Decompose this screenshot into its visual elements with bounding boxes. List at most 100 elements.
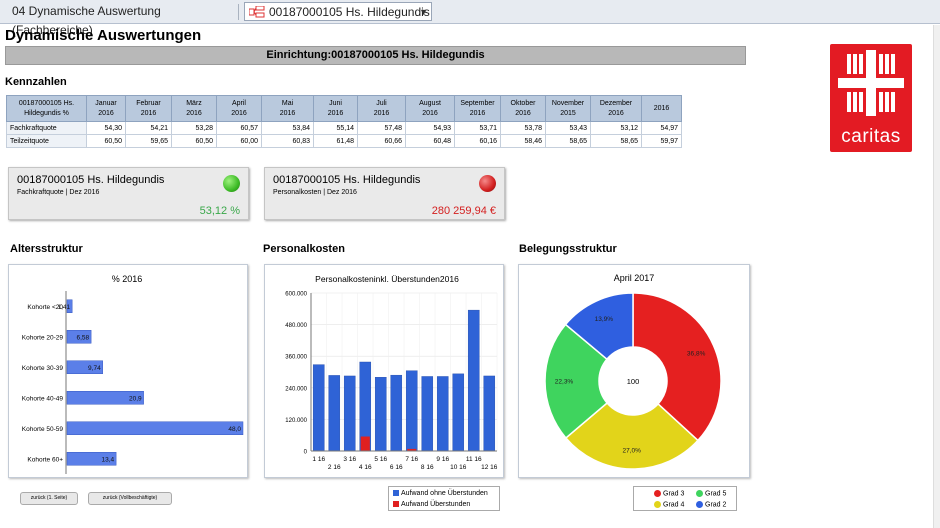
- sheet-selector-label: 00187000105 Hs. Hildegundis: [269, 5, 430, 19]
- data-label: 48,0: [228, 426, 241, 433]
- table-column-header: November 2015: [545, 95, 591, 122]
- sheet-selector-dropdown[interactable]: 00187000105 Hs. Hildegundis ▼: [244, 2, 432, 21]
- legend-dot: [654, 490, 661, 497]
- table-cell: 60,50: [171, 134, 217, 148]
- kennzahlen-heading: Kennzahlen: [5, 76, 67, 88]
- row-label: Fachkraftquote: [6, 121, 87, 135]
- legend-swatch: [393, 501, 399, 508]
- x-tick-label: 3 16: [343, 456, 356, 463]
- x-tick-label: 9 16: [436, 456, 449, 463]
- column-year: 2016: [327, 109, 344, 117]
- column-year: 2016: [186, 109, 202, 117]
- table-column-header: 2016: [641, 95, 682, 122]
- data-label: 1,41: [58, 304, 71, 311]
- x-tick-label: 11 16: [466, 456, 482, 463]
- table-column-header: Juni 2016: [313, 95, 358, 122]
- column-month: März: [186, 99, 202, 107]
- kpi-card-personalkosten: 00187000105 Hs. Hildegundis Personalkost…: [264, 167, 505, 220]
- table-cell: 60,16: [454, 134, 501, 148]
- sheet-icon: [249, 6, 265, 18]
- table-cell: 53,12: [590, 121, 642, 135]
- donut-center-label: 100: [627, 377, 640, 386]
- table-cell: 60,00: [216, 134, 262, 148]
- row-label: Teilzeitquote: [6, 134, 87, 148]
- column-month: September: [460, 99, 495, 107]
- table-column-header: Oktober 2016: [500, 95, 546, 122]
- legend-item: Grad 5: [696, 490, 726, 497]
- slice-label: 22,3%: [555, 379, 574, 386]
- bar-base: [328, 375, 341, 452]
- table-row: Fachkraftquote 54,30 54,21 53,28 60,57 53,84 5…: [6, 121, 682, 135]
- legend-label: Grad 3: [663, 490, 685, 498]
- y-tick-label: 480.000: [285, 323, 307, 329]
- data-label: 20,9: [129, 395, 142, 402]
- table-cell: 53,78: [500, 121, 546, 135]
- kpi-subtitle: Fachkraftquote | Dez 2016: [17, 189, 100, 196]
- data-label: 6,58: [76, 334, 89, 341]
- table-cell: 61,48: [313, 134, 358, 148]
- column-month: Januar: [95, 99, 117, 107]
- table-cell: 53,43: [545, 121, 591, 135]
- chevron-down-icon[interactable]: ▼: [419, 3, 428, 22]
- table-cell: 57,48: [357, 121, 406, 135]
- table-column-header: Juli 2016: [357, 95, 406, 122]
- vertical-scrollbar[interactable]: [933, 25, 940, 528]
- table-column-header: April 2016: [216, 95, 262, 122]
- column-year: 2016: [140, 109, 157, 117]
- category-label: Kohorte 30-39: [22, 365, 64, 372]
- bar-base: [436, 376, 449, 452]
- legend-label: Aufwand Überstunden: [401, 501, 471, 508]
- table-cell: 53,28: [171, 121, 217, 135]
- back-first-page-button[interactable]: zurück (1. Seite): [20, 492, 78, 505]
- column-month: 2016: [653, 104, 670, 112]
- legend-item: Aufwand ohne Überstunden: [393, 490, 488, 497]
- personalkosten-heading: Personalkosten: [263, 243, 345, 255]
- kpi-value: 280 259,94 €: [431, 205, 496, 217]
- traffic-light-red-icon: [479, 175, 496, 192]
- legend-label: Grad 2: [705, 501, 727, 509]
- table-column-header: Mai 2016: [261, 95, 314, 122]
- bar: [66, 421, 244, 435]
- column-month: Oktober: [510, 99, 536, 107]
- table-cell: 59,97: [641, 134, 682, 148]
- x-tick-label: 5 16: [374, 456, 387, 463]
- back-fulltime-button[interactable]: zurück (Vollbeschäftigte): [88, 492, 172, 505]
- column-month: Juli: [376, 99, 387, 107]
- kpi-value: 53,12 %: [199, 205, 240, 217]
- kennzahlen-table: 00187000105 Hs. Hildegundis % Januar 2016…: [6, 95, 682, 148]
- facility-banner: Einrichtung:00187000105 Hs. Hildegundis: [5, 46, 746, 65]
- column-month: Mai: [281, 99, 294, 107]
- bar-base: [483, 375, 496, 452]
- kpi-card-fachkraftquote: 00187000105 Hs. Hildegundis Fachkraftquo…: [8, 167, 249, 220]
- legend-dot: [696, 490, 703, 497]
- y-tick-label: 240.000: [285, 386, 307, 392]
- table-column-header: Januar 2016: [86, 95, 126, 122]
- tab-separator: [238, 4, 239, 20]
- caritas-cross-icon: [838, 50, 904, 116]
- y-tick-label: 120.000: [285, 418, 307, 424]
- table-cell: 54,30: [86, 121, 126, 135]
- column-month: April: [231, 99, 246, 107]
- belegungsstruktur-chart-panel: April 2017 36,8% 27,0% 22,3% 13,9% 100: [518, 264, 750, 478]
- table-header-row: 00187000105 Hs. Hildegundis % Januar 2016…: [6, 95, 682, 122]
- column-year: 2016: [469, 109, 486, 117]
- table-cell: 53,84: [261, 121, 314, 135]
- table-cell: 59,65: [125, 134, 172, 148]
- chart-title: % 2016: [112, 274, 143, 284]
- slice-label: 13,9%: [595, 316, 614, 323]
- table-header-label-line1: 00187000105 Hs.: [18, 99, 75, 107]
- category-label: Kohorte 60+: [27, 456, 63, 463]
- slice-label: 36,8%: [687, 351, 706, 358]
- belegungsstruktur-legend: Grad 3 Grad 5 Grad 4 Grad 2: [633, 486, 737, 511]
- column-year: 2016: [515, 109, 531, 117]
- table-column-header: September 2016: [454, 95, 501, 122]
- table-row: Teilzeitquote 60,50 59,65 60,50 60,00 60,83 61…: [6, 134, 682, 148]
- belegungsstruktur-heading: Belegungsstruktur: [519, 243, 617, 255]
- x-tick-label: 6 16: [390, 464, 403, 471]
- traffic-light-green-icon: [223, 175, 240, 192]
- tab-dynamische-auswertung[interactable]: 04 Dynamische Auswertung (Fachbereiche): [4, 2, 236, 37]
- bar-base: [405, 370, 418, 452]
- x-tick-label: 4 16: [359, 464, 372, 471]
- legend-item: Grad 3: [654, 490, 684, 497]
- table-header-label-line2: Hildegundis %: [24, 109, 69, 117]
